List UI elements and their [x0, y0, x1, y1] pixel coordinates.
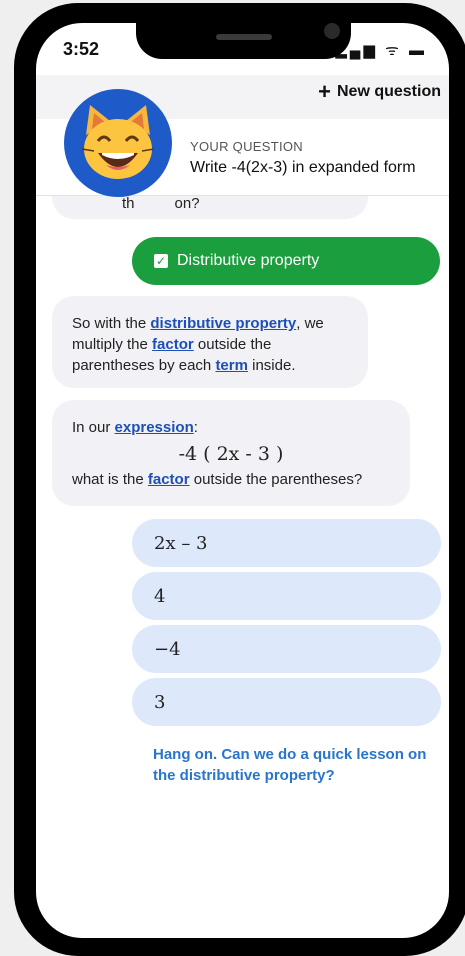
device-notch — [136, 23, 351, 59]
new-question-button[interactable]: + New question — [318, 81, 441, 103]
answer-choice[interactable]: 2x – 3 — [132, 519, 441, 567]
prompt-question: outside the parentheses? — [189, 471, 363, 488]
phone-frame: 3:52 ▂▄▆ ᯤ ▬ + New question th on? YOUR Q… — [14, 3, 465, 956]
question-label: YOUR QUESTION — [190, 139, 303, 154]
previous-message-fragment: th on? — [122, 195, 200, 212]
selected-answer-label: Distributive property — [177, 252, 320, 269]
prompt-intro-suffix: : — [193, 419, 198, 436]
glossary-link-term[interactable]: term — [215, 357, 248, 374]
battery-icon: ▬ — [409, 42, 427, 59]
prompt-intro: In our — [72, 419, 115, 436]
glossary-link-factor[interactable]: factor — [152, 336, 194, 353]
explanation-bubble: So with the distributive property, we mu… — [52, 296, 368, 388]
plus-icon: + — [318, 79, 331, 104]
glossary-link-factor[interactable]: factor — [148, 471, 190, 488]
lesson-request-link[interactable]: Hang on. Can we do a quick lesson on the… — [153, 744, 443, 786]
glossary-link-distributive-property[interactable]: distributive property — [150, 315, 296, 332]
selected-answer-bubble: ✓ Distributive property — [132, 237, 440, 285]
explanation-text: inside. — [247, 357, 296, 374]
prompt-bubble: In our expression: -4 ( 2x - 3 ) what is… — [52, 400, 410, 506]
question-text: Write -4(2x-3) in expanded form — [190, 159, 416, 176]
speaker-grille — [216, 34, 272, 40]
answer-choice[interactable]: 3 — [132, 678, 441, 726]
front-camera — [324, 23, 340, 39]
status-time: 3:52 — [63, 39, 100, 59]
explanation-text: So with the — [72, 315, 151, 332]
glossary-link-expression[interactable]: expression — [115, 419, 194, 436]
math-expression: -4 ( 2x - 3 ) — [178, 443, 284, 465]
app-screen: 3:52 ▂▄▆ ᯤ ▬ + New question th on? YOUR Q… — [36, 23, 449, 938]
check-icon: ✓ — [154, 254, 168, 268]
answer-choice[interactable]: 4 — [132, 572, 441, 620]
answer-choice[interactable]: −4 — [132, 625, 441, 673]
prompt-question: what is the — [72, 471, 148, 488]
new-question-label: New question — [336, 83, 441, 100]
avatar — [64, 89, 172, 197]
cat-face-icon — [81, 105, 155, 179]
wifi-icon: ᯤ — [385, 42, 402, 59]
